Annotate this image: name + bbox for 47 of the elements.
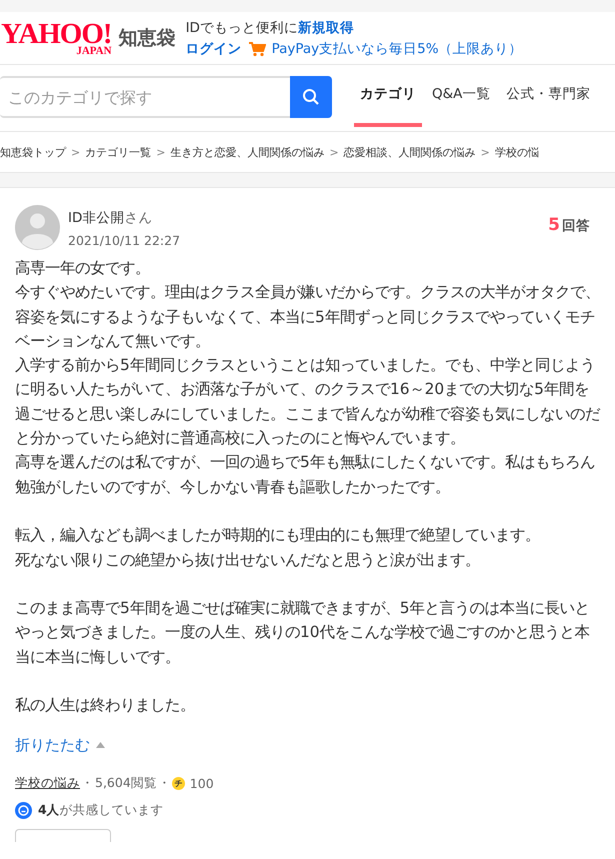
collapse-link[interactable]: 折りたたむ <box>15 736 90 755</box>
nav-tab[interactable]: カテゴリ <box>354 65 422 127</box>
nav-tab[interactable]: Q&A一覧 <box>426 65 496 127</box>
category-link[interactable]: 学校の悩み <box>15 774 80 792</box>
question-paragraph: 高専一年の女です。 <box>15 258 151 279</box>
view-count: 5,604閲覧 <box>95 774 157 792</box>
promo-text: IDでもっと便利に <box>186 20 298 36</box>
question-paragraph: このまま高専で5年間を過ごせば確実に就職できますが、5年と言うのは本当に長いとやっと気づきました。一度の人生、残りの10代をこんな学校で過ごすのかと思うと本当に本当に悔しいです。 <box>15 598 591 668</box>
separator-dot: ・ <box>81 774 94 792</box>
question-paragraph: 入学する前から5年間同じクラスということは知っていました。でも、中学と同じように明るい人たちがいて、お洒落な子がいて、のクラスで16～20までの大切な5年間を過ごせると思い楽しみにしていました。ここまで皆んなが幼稚で容姿も気にしないのだと分かっていたら絶対に普通高校に入ったのにと悔やんでいます。 <box>15 355 600 450</box>
coin-icon: チ <box>172 776 185 790</box>
breadcrumb-link[interactable]: 恋愛相談、人間関係の悩み <box>344 144 476 160</box>
avatar-icon <box>15 205 60 250</box>
service-name: 知恵袋 <box>118 26 176 51</box>
breadcrumb-separator: > <box>156 146 166 158</box>
answer-count: 5 <box>548 215 560 235</box>
logo-subtitle: JAPAN <box>76 46 112 56</box>
login-link[interactable]: ログイン <box>186 40 242 58</box>
empathy-text: が共感しています <box>60 802 164 819</box>
question-paragraph: 高専を選んだのは私ですが、一回の過ちで5年も無駄にしたくないです。私はもちろん勉強がしたいのですが、今しかない青春も謳歌したかったです。 <box>15 452 596 498</box>
question-paragraph: 死なない限りこの絶望から抜け出せないんだなと思うと涙が出ます。 <box>15 550 481 571</box>
breadcrumb-link[interactable]: 知恵袋トップ <box>0 144 66 160</box>
breadcrumb-link[interactable]: 生き方と恋愛、人間関係の悩み <box>170 144 324 160</box>
signup-link[interactable]: 新規取得 <box>298 20 354 36</box>
question-paragraph: 転入，編入なども調べましたが時期的にも理由的にも無理で絶望しています。 <box>15 525 541 546</box>
nav-tab[interactable]: 公式・専門家 <box>500 65 596 127</box>
answer-label: 回答 <box>562 217 590 235</box>
question-paragraph: 私の人生は終わりました。 <box>15 695 196 716</box>
post-date: 2021/10/11 22:27 <box>68 233 182 248</box>
empathy-count: 4人 <box>38 802 60 819</box>
paypay-link[interactable]: PayPay支払いなら毎日5%（上限あり） <box>272 40 523 58</box>
caret-icon <box>96 742 105 748</box>
question-paragraph: 今すぐやめたいです。理由はクラス全員が嫌いだからです。クラスの大半がオタクで、容姿を気にするような子もいなくて、本当に5年間ずっと同じクラスでやっていくモチベーションなんて無いです。 <box>15 282 600 352</box>
author-suffix: さん <box>124 210 152 226</box>
smile-icon <box>15 802 32 819</box>
cart-icon <box>248 40 266 56</box>
author-name[interactable]: ID非公開 <box>68 210 124 226</box>
breadcrumb-separator: > <box>329 146 339 158</box>
breadcrumb-link[interactable]: 学校の悩 <box>494 144 539 160</box>
breadcrumb-separator: > <box>480 146 490 158</box>
breadcrumb-link[interactable]: カテゴリ一覧 <box>85 144 152 160</box>
search-field[interactable]: このカテゴリで探す <box>0 76 290 118</box>
search-icon <box>302 88 320 106</box>
breadcrumb-separator: > <box>71 146 80 158</box>
coin-amount: 100 <box>190 776 214 791</box>
search-button[interactable] <box>290 76 332 118</box>
separator-dot: ・ <box>158 774 171 792</box>
